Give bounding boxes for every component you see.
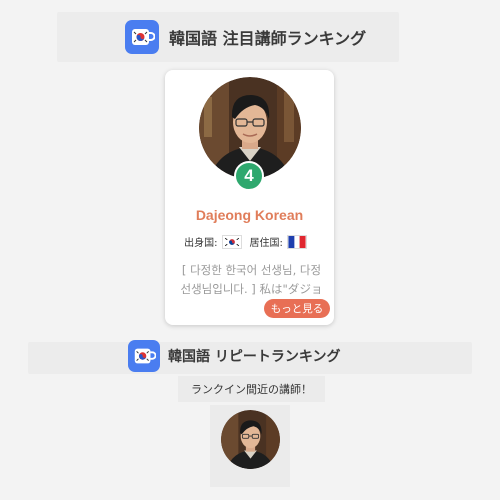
residence-label: 居住国: (249, 238, 283, 249)
teacher-card[interactable]: 4 Dajeong Korean 出身国: 居住国: [ 다정한 한국어 선생님… (165, 70, 334, 325)
small-teacher-avatar-wrap[interactable] (221, 410, 280, 469)
country-row: 出身国: 居住国: (165, 234, 334, 249)
origin-label: 出身国: (184, 238, 218, 249)
teacher-name[interactable]: Dajeong Korean (165, 207, 334, 223)
repeat-subtitle: ランクイン間近の講師！ (178, 376, 325, 402)
featured-ranking-header: 韓国語 注目講師ランキング (125, 20, 366, 54)
small-teacher-avatar[interactable] (221, 410, 280, 469)
france-flag-icon (286, 234, 307, 249)
korean-flag-cup-icon (125, 20, 159, 54)
korean-flag-cup-icon (128, 340, 160, 372)
more-button[interactable]: もっと見る (264, 299, 330, 318)
teacher-intro: [ 다정한 한국어 선생님, 다정 선생님입니다. ] 私は"ダジョン"と申しま (180, 263, 323, 296)
repeat-ranking-title: 韓国語 リピートランキング (168, 349, 341, 365)
south-korea-flag-icon (221, 234, 242, 249)
repeat-ranking-header: 韓国語 リピートランキング (128, 340, 340, 372)
rank-badge: 4 (234, 161, 264, 191)
rank-number: 4 (244, 166, 254, 185)
featured-ranking-title: 韓国語 注目講師ランキング (169, 29, 367, 48)
